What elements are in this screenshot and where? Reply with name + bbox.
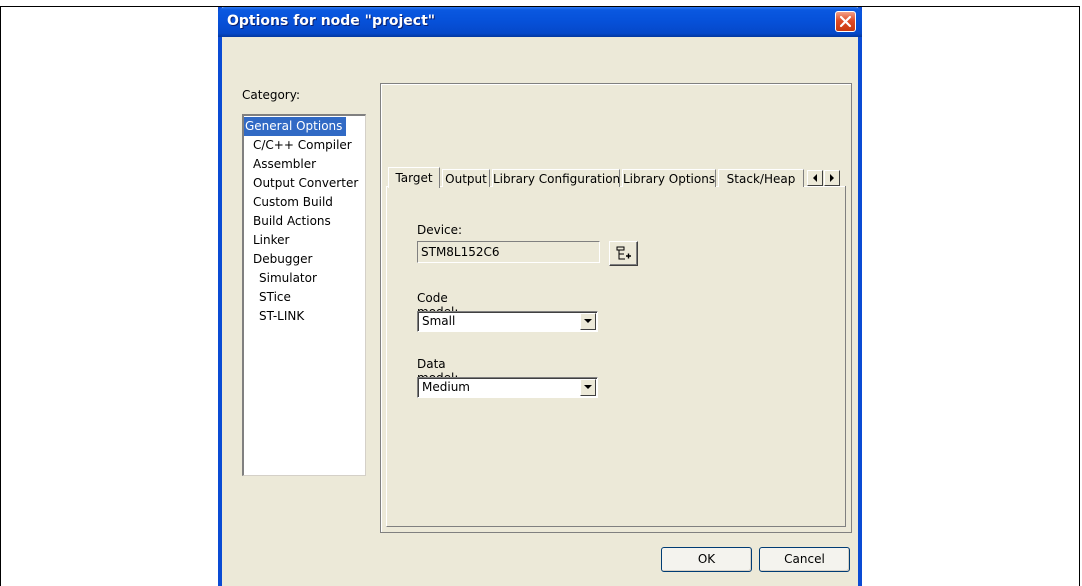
device-label: Device: [417, 223, 463, 237]
category-item-assembler[interactable]: Assembler [244, 155, 365, 174]
category-item-build-actions[interactable]: Build Actions [244, 212, 365, 231]
tab-scroll-right-button[interactable] [824, 170, 840, 186]
tab-target[interactable]: Target [388, 167, 440, 188]
data-model-dropdown-button[interactable] [580, 379, 596, 396]
close-icon [839, 15, 852, 28]
code-model-value: Small [422, 314, 456, 328]
category-item-output-converter[interactable]: Output Converter [244, 174, 365, 193]
category-item-custom-build[interactable]: Custom Build [244, 193, 365, 212]
category-item-c-compiler[interactable]: C/C++ Compiler [244, 136, 365, 155]
data-model-select[interactable]: Medium [417, 377, 598, 398]
arrow-left-icon [813, 174, 817, 182]
category-list[interactable]: General Options C/C++ Compiler Assembler… [242, 114, 366, 476]
code-model-dropdown-button[interactable] [580, 313, 596, 330]
chevron-down-icon [584, 385, 592, 389]
device-select-icon [616, 246, 631, 260]
tab-library-options[interactable]: Library Options [622, 169, 716, 187]
tab-library-configuration[interactable]: Library Configuration [492, 169, 620, 187]
arrow-right-icon [830, 174, 834, 182]
category-item-linker[interactable]: Linker [244, 231, 365, 250]
data-model-value: Medium [422, 380, 470, 394]
category-item-st-link[interactable]: ST-LINK [244, 307, 365, 326]
chevron-down-icon [584, 319, 592, 323]
title-bar[interactable]: Options for node "project" [218, 7, 862, 37]
code-model-select[interactable]: Small [417, 311, 598, 332]
tab-output[interactable]: Output [442, 169, 490, 187]
category-item-simulator[interactable]: Simulator [244, 269, 365, 288]
category-label: Category: [242, 88, 300, 102]
window-title: Options for node "project" [227, 13, 436, 29]
category-item-debugger[interactable]: Debugger [244, 250, 365, 269]
cancel-button[interactable]: Cancel [759, 547, 850, 572]
device-select-button[interactable] [609, 241, 638, 266]
tab-stack-heap[interactable]: Stack/Heap [718, 169, 804, 187]
close-button[interactable] [835, 11, 856, 32]
tab-scroll-left-button[interactable] [807, 170, 823, 186]
category-item-stice[interactable]: STice [244, 288, 365, 307]
device-field: STM8L152C6 [417, 241, 600, 263]
category-item-general-options[interactable]: General Options [244, 117, 347, 136]
ok-button[interactable]: OK [661, 547, 752, 572]
